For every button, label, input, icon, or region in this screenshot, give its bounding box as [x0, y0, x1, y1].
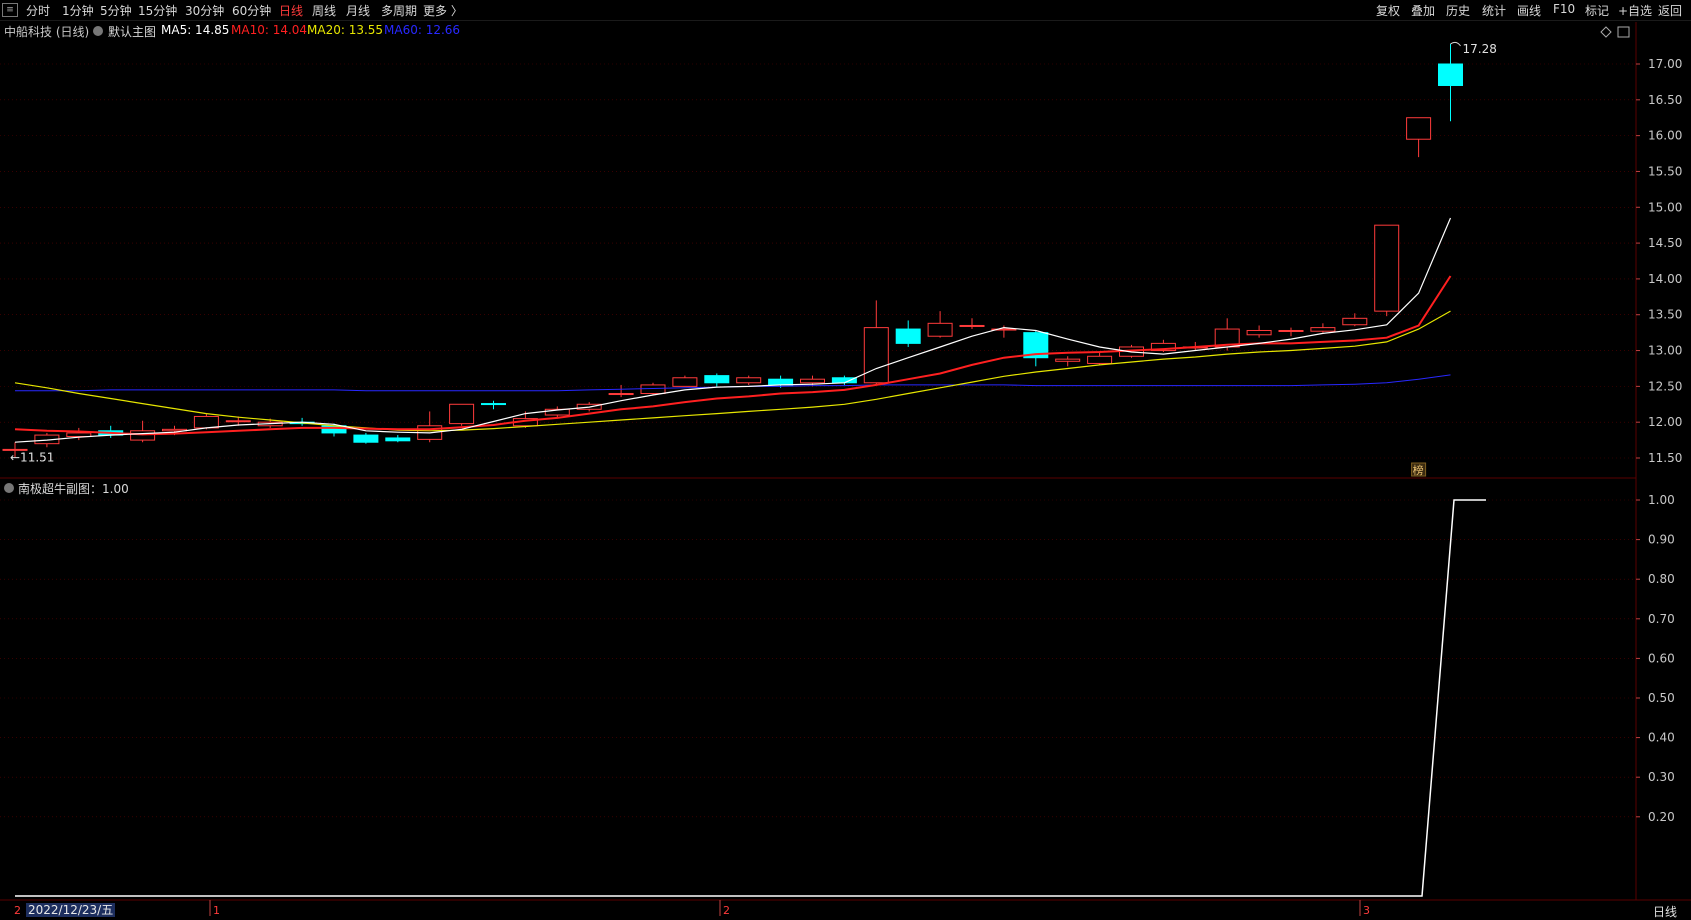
sub-tick-label: 0.80 [1648, 572, 1675, 586]
candle-body [1342, 317, 1368, 326]
diamond-icon [1600, 26, 1612, 38]
candle-body [704, 375, 730, 384]
sub-chart-toggle-icon[interactable] [4, 483, 14, 493]
sub-tick-label: 0.70 [1648, 612, 1675, 626]
price-tick-label: 15.50 [1648, 164, 1682, 178]
candle-body [927, 322, 953, 337]
price-tick-label: 12.50 [1648, 379, 1682, 393]
candle-body [1438, 63, 1463, 86]
sub-tick-label: 0.90 [1648, 533, 1675, 547]
candle-body [895, 328, 921, 344]
candle-body [193, 415, 219, 429]
price-tick-label: 13.00 [1648, 344, 1682, 358]
price-tick-label: 11.50 [1648, 451, 1682, 465]
candle-body [225, 420, 251, 423]
sub-tick-label: 0.60 [1648, 651, 1675, 665]
high-marker-icon [1450, 41, 1461, 47]
candle-body [1310, 327, 1336, 332]
candle-body [66, 432, 92, 438]
sub-chart-legend: 南极超牛副图：1.00 [18, 482, 129, 496]
candle-body [640, 384, 666, 395]
month-label: 1 [213, 904, 220, 917]
candle-body [130, 430, 156, 441]
price-tick-label: 16.50 [1648, 93, 1682, 107]
candle-body [1374, 224, 1400, 312]
candle-body [481, 403, 506, 406]
sub-indicator-line [15, 499, 1486, 897]
candle-body [672, 377, 698, 387]
marker-badge-label: 榜 [1413, 463, 1424, 477]
candle-body [1246, 329, 1272, 336]
candle-body [353, 434, 379, 443]
sub-tick-label: 0.30 [1648, 770, 1675, 784]
sub-tick-label: 0.20 [1648, 810, 1675, 824]
sub-tick-label: 1.00 [1648, 493, 1675, 507]
high-price-label: 17.28 [1463, 42, 1497, 56]
candle-body [800, 378, 825, 384]
price-tick-label: 14.00 [1648, 272, 1682, 286]
price-tick-label: 15.00 [1648, 200, 1682, 214]
low-price-label: ←11.51 [10, 450, 54, 464]
price-tick-label: 14.50 [1648, 236, 1682, 250]
ma60-line [15, 374, 1451, 392]
price-tick-label: 16.00 [1648, 129, 1682, 143]
candle-body [449, 403, 475, 425]
candle-body [1087, 355, 1113, 364]
sub-tick-label: 0.40 [1648, 731, 1675, 745]
candle-body [736, 377, 762, 384]
candle-body [768, 378, 794, 386]
candle-body [1055, 358, 1081, 362]
price-tick-label: 17.00 [1648, 57, 1682, 71]
month-label: 2 [723, 904, 730, 917]
sub-tick-label: 0.50 [1648, 691, 1675, 705]
period-tag: 日线 [1652, 905, 1677, 919]
candle-body [1406, 117, 1432, 140]
panel-icon [1617, 26, 1630, 38]
kline-chart[interactable]: 17.00 16.50 16.00 15.50 15.00 14.50 14.00 13.50… [0, 0, 1691, 919]
date-prefix: 2 [14, 904, 21, 917]
cursor-date: 2022/12/23/五 [26, 903, 116, 917]
ma10-line [14, 275, 1452, 436]
candle-body [608, 393, 634, 396]
candle-body [863, 327, 889, 384]
price-tick-label: 12.00 [1648, 415, 1682, 429]
month-label: 3 [1363, 904, 1370, 917]
candle-body [385, 437, 411, 442]
candle-body [959, 324, 985, 327]
candle-body [1278, 329, 1304, 332]
price-tick-label: 13.50 [1648, 308, 1682, 322]
